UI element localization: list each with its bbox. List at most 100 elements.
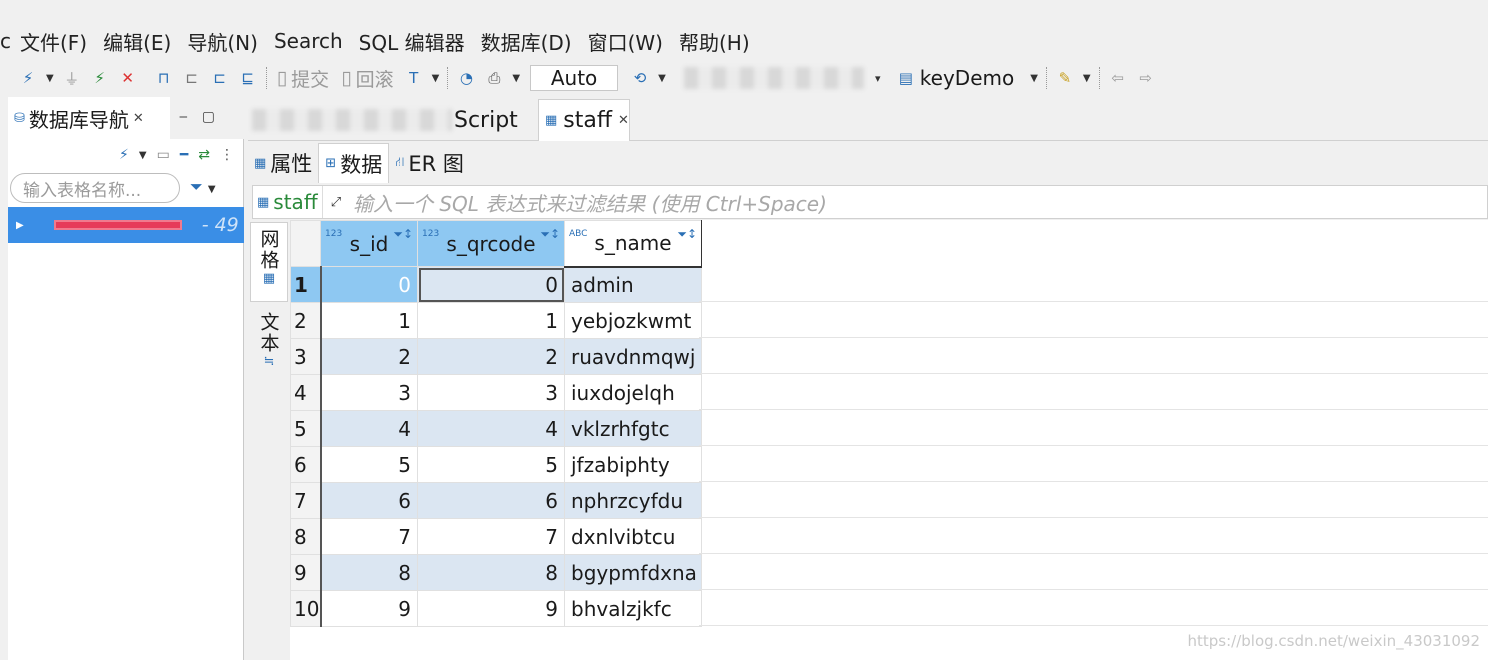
transaction-mode-icon[interactable]: T	[403, 67, 425, 89]
navigator-tab[interactable]: ⛁ 数据库导航 ✕	[8, 97, 170, 139]
transaction-icon-3[interactable]: ⊏	[209, 67, 231, 89]
minimize-maximize-icons[interactable]: ‒▢	[179, 109, 229, 125]
expand-arrow-icon[interactable]: ▶	[16, 220, 24, 231]
column-header-s-qrcode[interactable]: 123 s_qrcode ⏷↕	[417, 220, 565, 267]
row-number[interactable]: 6	[290, 446, 322, 483]
filter-table-name[interactable]: ▦ staff	[253, 186, 323, 218]
tab-data[interactable]: ⊞ 数据	[318, 143, 390, 183]
menu-sql-editor[interactable]: SQL 编辑器	[351, 27, 473, 56]
cell-s-name[interactable]: admin	[564, 266, 702, 303]
cell-s-qrcode[interactable]: 9	[417, 590, 565, 627]
cell-s-qrcode[interactable]: 7	[417, 518, 565, 555]
cell-s-qrcode[interactable]: 1	[417, 302, 565, 339]
row-number[interactable]: 1	[290, 266, 322, 303]
transaction-mode-field[interactable]: Auto	[530, 65, 619, 91]
row-number[interactable]: 2	[290, 302, 322, 339]
row-number[interactable]: 8	[290, 518, 322, 555]
back-icon[interactable]: ⇦	[1107, 67, 1129, 89]
cell-s-id[interactable]: 1	[320, 302, 418, 339]
menu-file[interactable]: 文件(F)	[12, 27, 95, 56]
row-number[interactable]: 10	[290, 590, 322, 627]
cell-s-id[interactable]: 7	[320, 518, 418, 555]
row-number[interactable]: 7	[290, 482, 322, 519]
column-header-s-id[interactable]: 123 s_id ⏷↕	[320, 220, 418, 267]
cell-s-id[interactable]: 9	[320, 590, 418, 627]
commit-button[interactable]: ▯ 提交	[277, 65, 329, 92]
link-editor-icon[interactable]: ⇄	[198, 147, 210, 163]
cell-s-id[interactable]: 5	[320, 446, 418, 483]
cell-s-name[interactable]: bgypmfdxna	[564, 554, 702, 591]
menu-search[interactable]: Search	[266, 29, 351, 53]
close-icon[interactable]: ✕	[618, 113, 629, 128]
cell-s-qrcode[interactable]: 5	[417, 446, 565, 483]
brush-dropdown-icon[interactable]: ▼	[1083, 73, 1091, 84]
cell-s-qrcode[interactable]: 6	[417, 482, 565, 519]
table-row[interactable]: 4 3 3 iuxdojelqh	[290, 374, 702, 411]
table-name-search-input[interactable]: 输入表格名称...	[10, 173, 180, 203]
row-number[interactable]: 4	[290, 374, 322, 411]
history-dropdown-icon[interactable]: ▼	[658, 73, 666, 84]
connect-icon[interactable]: ⚡	[89, 67, 111, 89]
row-number[interactable]: 5	[290, 410, 322, 447]
cell-s-qrcode[interactable]: 4	[417, 410, 565, 447]
cell-s-qrcode[interactable]: 8	[417, 554, 565, 591]
menu-window[interactable]: 窗口(W)	[580, 27, 671, 56]
filter-icon[interactable]: ⏷ ▼	[190, 177, 216, 197]
table-row[interactable]: 7 6 6 nphrzcyfdu	[290, 482, 702, 519]
cell-s-id[interactable]: 3	[320, 374, 418, 411]
transaction-icon-2[interactable]: ⊏	[181, 67, 203, 89]
transaction-icon-4[interactable]: ⊑	[237, 67, 259, 89]
menu-help[interactable]: 帮助(H)	[671, 27, 758, 56]
schema-selector[interactable]: keyDemo	[920, 66, 1014, 90]
disconnect-icon[interactable]: ✕	[117, 67, 139, 89]
table-row[interactable]: 5 4 4 vklzrhfgtc	[290, 410, 702, 447]
menu-database[interactable]: 数据库(D)	[473, 27, 580, 56]
tab-script[interactable]: Script	[252, 99, 532, 141]
cell-s-name[interactable]: vklzrhfgtc	[564, 410, 702, 447]
rollback-button[interactable]: ▯ 回滚	[341, 65, 393, 92]
printer-icon[interactable]: ⎙	[483, 67, 505, 89]
brush-icon[interactable]: ✎	[1054, 67, 1076, 89]
menu-edit[interactable]: 编辑(E)	[95, 27, 179, 56]
plug-icon[interactable]: ⏚	[61, 67, 83, 89]
tab-staff[interactable]: ▦ staff ✕	[538, 99, 630, 141]
cell-s-name[interactable]: bhvalzjkfc	[564, 590, 702, 627]
row-number[interactable]: 3	[290, 338, 322, 375]
cell-s-name[interactable]: dxnlvibtcu	[564, 518, 702, 555]
column-header-s-name[interactable]: ABC s_name ⏷↕	[564, 220, 702, 268]
new-connection-icon[interactable]: ⚡	[17, 67, 39, 89]
sort-filter-icon[interactable]: ⏷↕	[677, 227, 697, 242]
cell-s-id[interactable]: 6	[320, 482, 418, 519]
tab-er-diagram[interactable]: ⛙ ER 图	[389, 143, 470, 183]
table-row[interactable]: 6 5 5 jfzabiphty	[290, 446, 702, 483]
tab-grid[interactable]: 网格 ▦	[250, 222, 288, 302]
new-folder-icon[interactable]: ▭	[157, 147, 170, 163]
dashboard-icon[interactable]: ◔	[455, 67, 477, 89]
cell-s-name[interactable]: iuxdojelqh	[564, 374, 702, 411]
filter-input[interactable]: 输入一个 SQL 表达式来过滤结果 (使用 Ctrl+Space)	[353, 188, 827, 217]
cell-s-id[interactable]: 2	[320, 338, 418, 375]
collapse-all-icon[interactable]: ━	[180, 147, 188, 163]
view-menu-icon[interactable]: ⋮	[220, 147, 234, 163]
cell-s-name[interactable]: ruavdnmqwj	[564, 338, 702, 375]
cell-s-id[interactable]: 4	[320, 410, 418, 447]
sort-filter-icon[interactable]: ⏷↕	[393, 227, 413, 242]
table-row[interactable]: 9 8 8 bgypmfdxna	[290, 554, 702, 591]
forward-icon[interactable]: ⇨	[1135, 67, 1157, 89]
table-row[interactable]: 2 1 1 yebjozkwmt	[290, 302, 702, 339]
cell-s-id[interactable]: 8	[320, 554, 418, 591]
cell-s-qrcode[interactable]: 3	[417, 374, 565, 411]
row-number[interactable]: 9	[290, 554, 322, 591]
tab-properties[interactable]: ▦ 属性	[248, 143, 318, 183]
new-connection-dropdown-icon[interactable]: ▼	[46, 73, 54, 84]
cell-s-name[interactable]: nphrzcyfdu	[564, 482, 702, 519]
cell-s-name[interactable]: yebjozkwmt	[564, 302, 702, 339]
printer-dropdown-icon[interactable]: ▼	[512, 73, 520, 84]
table-row[interactable]: 10 9 9 bhvalzjkfc	[290, 590, 702, 627]
tab-text[interactable]: 文本 ≒	[250, 312, 288, 382]
history-icon[interactable]: ⟲	[629, 67, 651, 89]
expand-icon[interactable]: ⤢	[323, 195, 349, 210]
transaction-mode-dropdown-icon[interactable]: ▼	[432, 73, 440, 84]
table-row[interactable]: 8 7 7 dxnlvibtcu	[290, 518, 702, 555]
schema-dropdown-icon[interactable]: ▼	[1030, 73, 1038, 84]
